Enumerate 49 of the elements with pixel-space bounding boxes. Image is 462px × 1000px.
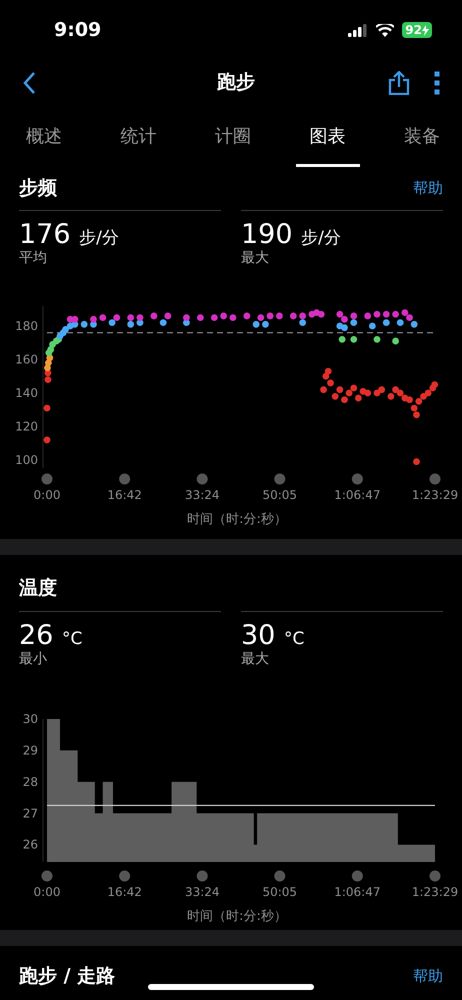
stat-label: 最大 [241,249,270,268]
stat-label: 最小 [19,650,48,669]
section-title: 跑步 / 走路 [19,964,116,989]
stat-label: 平均 [19,249,48,268]
axis-title: 时间（时:分:秒） [187,909,287,924]
axis-label: 30 [22,712,38,726]
stat-unit: 步/分 [79,228,119,248]
axis-title: 时间（时:分:秒） [187,512,287,527]
axis-label: 1:06:47 [334,488,381,502]
axis-label: 160 [15,352,38,366]
tab[interactable]: 统计 [106,111,170,167]
axis-label: 1:23:29 [412,488,458,502]
tab[interactable]: 概述 [12,111,76,167]
stat-value: 26 [19,620,54,651]
axis-label: 180 [15,319,38,333]
screen-title: 跑步 [217,70,255,96]
axis-label: 16:42 [107,488,142,502]
axis-label: 50:05 [262,885,298,899]
stat-value: 190 [241,219,293,250]
axis-label: 120 [15,420,38,434]
axis-label: 28 [22,774,38,789]
battery-indicator: 92 [402,22,432,38]
axis-label: 50:05 [262,488,298,502]
clock-time: 9:09 [54,18,102,43]
axis-label: 140 [15,386,38,400]
stat-unit: °C [62,629,82,649]
help-link[interactable]: 帮助 [413,177,443,200]
section-title: 步频 [19,176,57,202]
axis-label: 0:00 [34,885,60,899]
tab[interactable]: 图表 [296,111,360,167]
section-title: 温度 [19,576,57,601]
axis-label: 16:42 [107,885,142,899]
stat-value: 30 [241,620,276,651]
axis-label: 1:06:47 [334,885,381,899]
axis-label: 33:24 [184,885,220,899]
stat-label: 最大 [241,650,270,669]
axis-label: 26 [22,838,38,852]
axis-label: 0:00 [34,488,60,502]
tab[interactable]: 计圈 [201,111,265,167]
stat-value: 176 [19,219,71,250]
tab[interactable]: 装备 [390,111,454,167]
axis-label: 33:24 [184,488,220,502]
stat-unit: °C [284,629,304,649]
stat-unit: 步/分 [301,228,341,248]
axis-label: 1:23:29 [412,885,458,899]
help-link[interactable]: 帮助 [413,964,443,988]
axis-label: 27 [22,806,38,820]
axis-label: 29 [22,743,38,758]
axis-label: 100 [15,453,38,468]
